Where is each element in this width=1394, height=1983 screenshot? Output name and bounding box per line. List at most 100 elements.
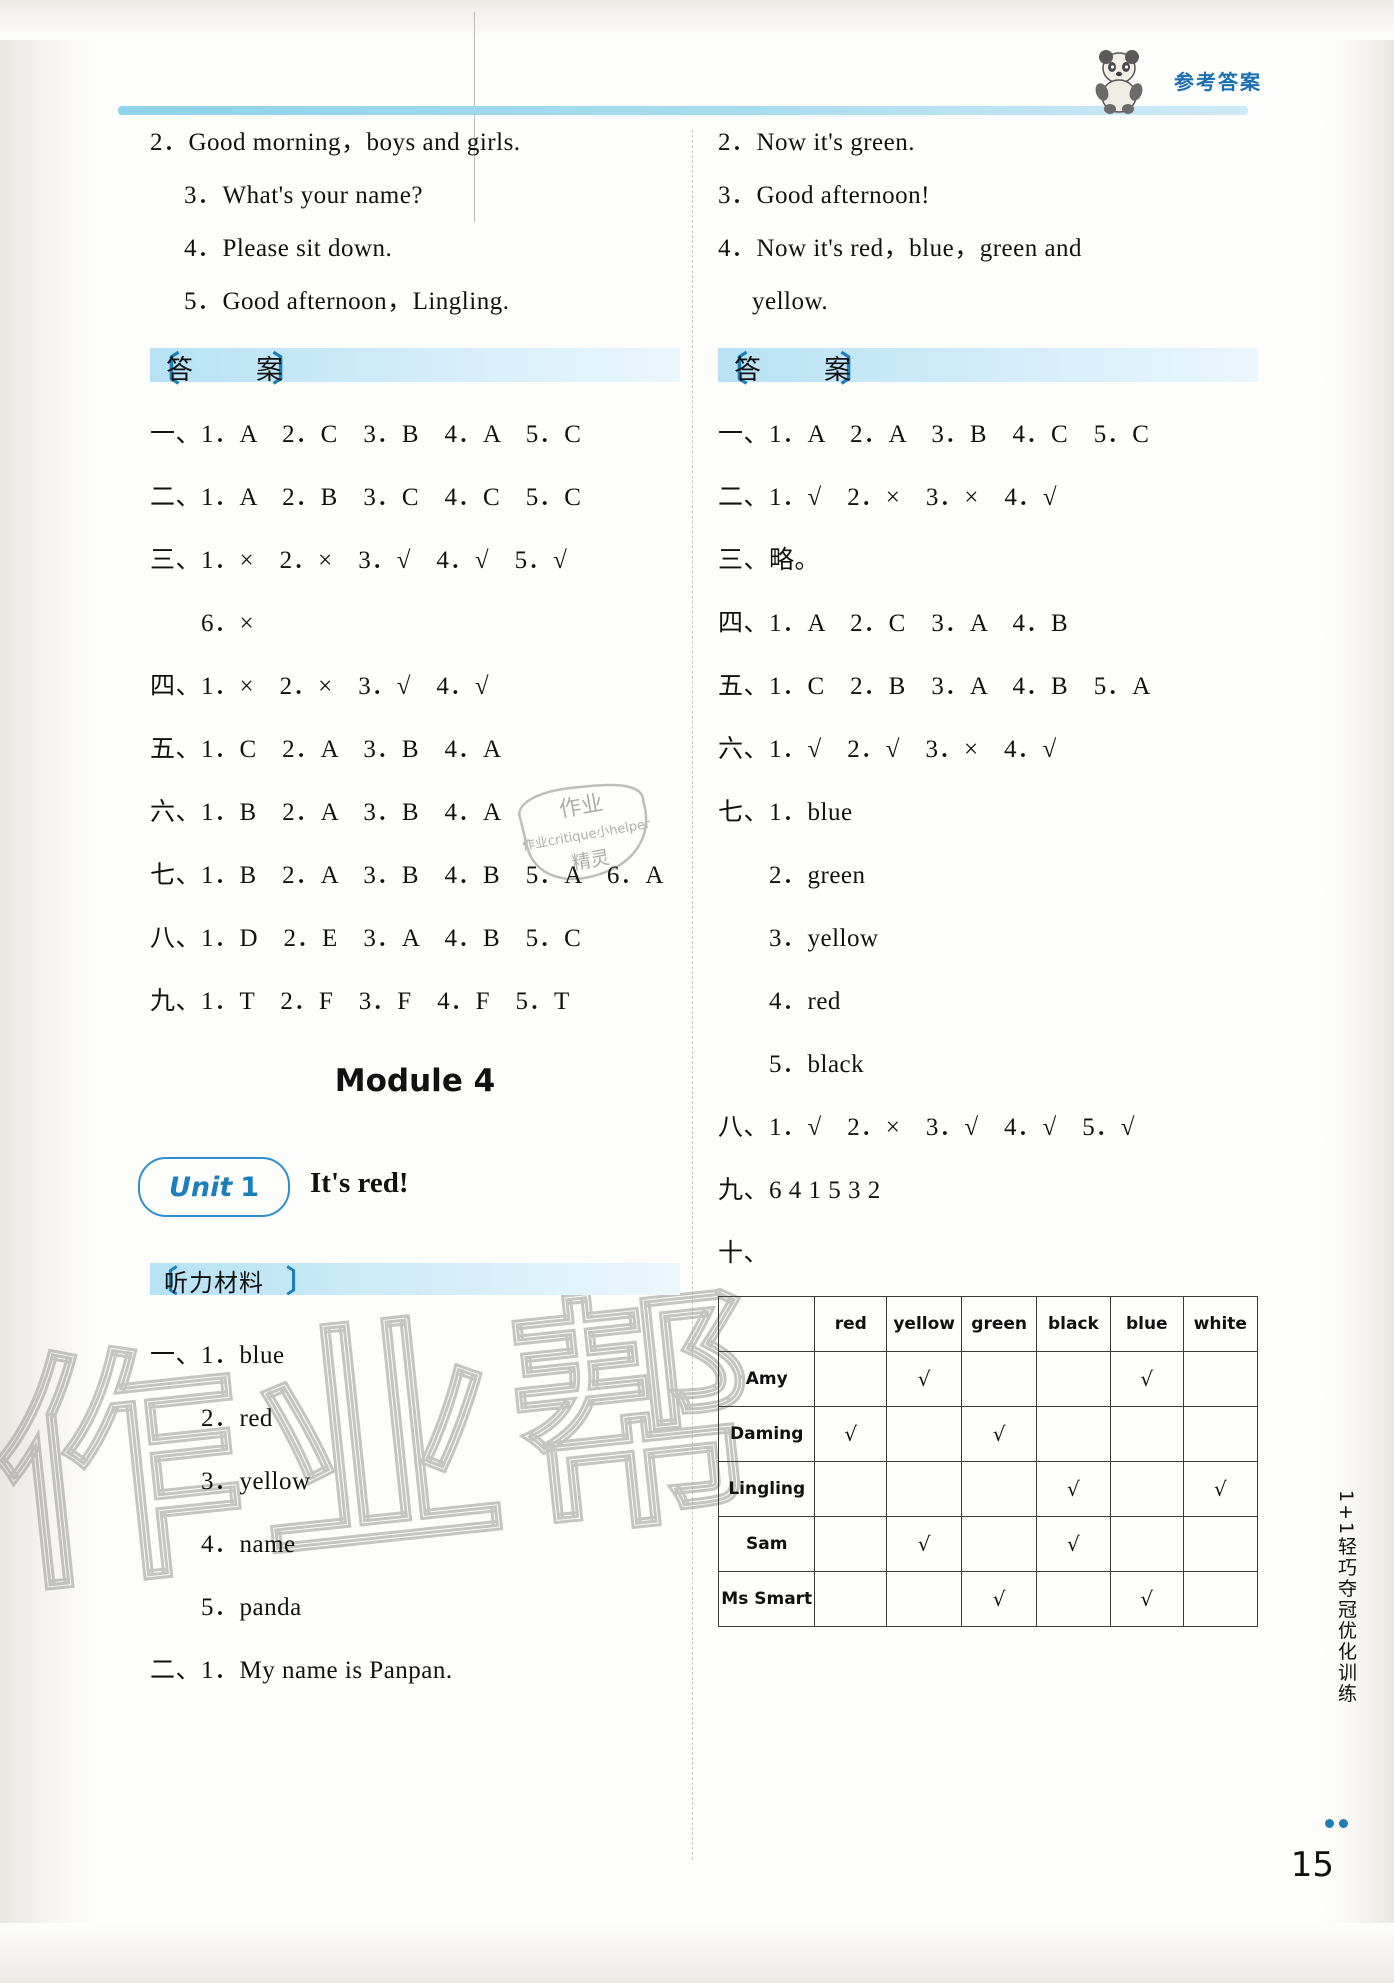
table-cell: √ [814, 1406, 887, 1462]
unit-title: It's red! [310, 1167, 409, 1199]
table-cell [885, 1571, 963, 1627]
table-cell [1035, 1406, 1111, 1462]
material-line: 4．name [150, 1531, 296, 1558]
listening-line: 3．Good afternoon! [718, 182, 930, 209]
listening-line: 5．Good afternoon，Lingling. [184, 288, 510, 315]
module-title: Module 4 [334, 1063, 496, 1099]
answer-line: 5．black [718, 1051, 865, 1078]
table-cell [961, 1516, 1037, 1572]
table-row: Amy √ √ [717, 1351, 1259, 1407]
unit-heading: Unit 1 It's red! [138, 1157, 680, 1217]
listening-line: 3．What's your name? [184, 182, 423, 209]
table-cell [961, 1461, 1037, 1517]
table-cell [885, 1461, 963, 1517]
table-row-name: Daming [717, 1406, 816, 1462]
right-column: 2．Now it's green. 3．Good afternoon! 4．No… [714, 129, 1259, 1627]
footer-dots [1320, 1815, 1348, 1833]
material-line: 一、1．blue [150, 1342, 285, 1369]
answer-banner-label: 答 案 [166, 355, 301, 386]
table-row-name: Lingling [717, 1461, 816, 1517]
page-edge-top [0, 0, 1394, 40]
table-cell: √ [961, 1406, 1037, 1462]
listening-line: 4．Please sit down. [184, 235, 393, 262]
table-cell [1182, 1406, 1259, 1462]
unit-badge: Unit 1 [138, 1157, 290, 1217]
answer-line: 4．red [718, 988, 841, 1015]
table-cell [814, 1351, 887, 1407]
material-banner-label: 听力材料 [164, 1269, 264, 1297]
answer-line: 五、1．C 2．A 3．B 4．A [150, 736, 502, 763]
material-line: 二、1．My name is Panpan. [150, 1657, 453, 1684]
material-line: 5．panda [150, 1594, 302, 1621]
table-cell [961, 1351, 1037, 1407]
answer-line: 七、1．B 2．A 3．B 4．B 5．A 6．A [150, 862, 664, 889]
table-cell [1182, 1351, 1259, 1407]
answer-line: 二、1．√ 2．× 3．× 4．√ [718, 484, 1058, 511]
table-cell [814, 1461, 887, 1517]
table-cell [885, 1406, 963, 1462]
table-cell [1182, 1516, 1259, 1572]
answer-line: 三、略。 [718, 547, 821, 574]
listening-line: yellow. [752, 288, 829, 315]
column-divider [692, 130, 694, 1860]
page-edge-left [0, 0, 96, 1983]
table-cell [1182, 1571, 1259, 1627]
unit-word: Unit [168, 1171, 233, 1203]
table-cell [1035, 1351, 1111, 1407]
answer-line: 二、1．A 2．B 3．C 4．C 5．C [150, 484, 582, 511]
answer-table-wrap: red yellow green black blue white Amy √ [717, 1296, 1259, 1627]
table-header-cell: green [961, 1296, 1037, 1352]
answer-line: 一、1．A 2．C 3．B 4．A 5．C [150, 421, 582, 448]
table-header-cell [717, 1296, 816, 1352]
answer-line: 九、6 4 1 5 3 2 [718, 1177, 881, 1204]
panda-icon [1095, 50, 1143, 114]
table-header-cell: red [814, 1296, 887, 1352]
answer-line: 九、1．T 2．F 3．F 4．F 5．T [150, 988, 570, 1015]
table-cell: √ [1182, 1461, 1259, 1517]
answer-line: 一、1．A 2．A 3．B 4．C 5．C [718, 421, 1150, 448]
table-header-cell: yellow [885, 1296, 963, 1352]
page-number: 15 [1290, 1845, 1334, 1885]
table-row-name: Ms Smart [717, 1571, 816, 1627]
table-cell: √ [1109, 1571, 1184, 1627]
table-row-name: Sam [717, 1516, 816, 1572]
answer-line: 3．yellow [718, 925, 879, 952]
material-line: 2．red [150, 1405, 273, 1432]
bracket-right-icon: 〕 [286, 1266, 316, 1299]
page-edge-bottom [0, 1923, 1394, 1983]
answer-banner-left: 〔 〕 答 案 [146, 342, 680, 389]
listening-line: 2．Now it's green. [718, 129, 916, 156]
table-header-row: red yellow green black blue white [717, 1296, 1259, 1352]
answer-banner-right: 〔 〕 答 案 [714, 342, 1258, 389]
answer-line: 6．× [150, 610, 255, 637]
table-cell [814, 1516, 887, 1572]
table-cell [1035, 1571, 1111, 1627]
table-row: Daming √ √ [717, 1406, 1259, 1462]
table-cell: √ [1035, 1516, 1111, 1572]
left-column: 2．Good morning，boys and girls. 3．What's … [138, 129, 680, 1713]
answer-key-page: 参考答案 作业帮 作业 作业critique小helper 精灵 2．Good … [0, 0, 1394, 1983]
answer-line: 七、1．blue [718, 799, 853, 826]
table-row: Lingling √ √ [717, 1461, 1259, 1517]
answer-line: 2．green [718, 862, 866, 889]
table-row: Sam √ √ [717, 1516, 1259, 1572]
table-cell: √ [885, 1516, 963, 1572]
table-cell: √ [885, 1351, 963, 1407]
table-cell [1109, 1406, 1184, 1462]
table-cell [1109, 1516, 1184, 1572]
answer-line: 八、1．√ 2．× 3．√ 4．√ 5．√ [718, 1114, 1135, 1141]
listening-line: 4．Now it's red，blue，green and [718, 235, 1083, 262]
table-header-cell: blue [1109, 1296, 1184, 1352]
table-cell: √ [1109, 1351, 1184, 1407]
answer-line: 五、1．C 2．B 3．A 4．B 5．A [718, 673, 1151, 700]
spine-text: 1+1轻巧夺冠优化训练 [1335, 1490, 1357, 1705]
table-row: Ms Smart √ √ [717, 1571, 1259, 1627]
answer-line: 四、1．× 2．× 3．√ 4．√ [150, 673, 490, 700]
table-header-cell: white [1182, 1296, 1259, 1352]
table-cell: √ [1035, 1461, 1111, 1517]
unit-number: 1 [240, 1171, 260, 1203]
answer-banner-label: 答 案 [734, 355, 869, 386]
answer-line: 八、1．D 2．E 3．A 4．B 5．C [150, 925, 582, 952]
table-row-name: Amy [717, 1351, 816, 1407]
listening-line: 2．Good morning，boys and girls. [150, 129, 521, 156]
